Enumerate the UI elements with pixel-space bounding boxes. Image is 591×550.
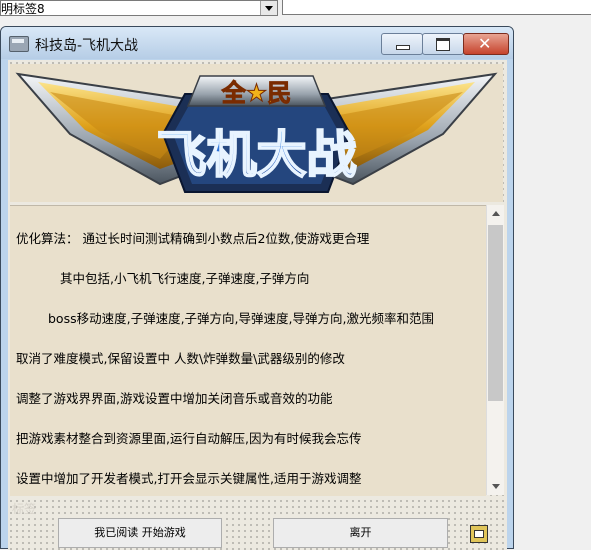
event-selector-field[interactable] xyxy=(282,0,591,15)
object-selector-value: 明标签8 xyxy=(1,2,45,16)
close-icon: ✕ xyxy=(478,34,492,53)
leave-button[interactable]: 离开 xyxy=(273,518,448,548)
vertical-scrollbar[interactable] xyxy=(486,205,504,495)
game-window: 科技岛-飞机大战 ✕ 全★民 飞机大战 优化算法： 通过长时间测试精确到小数点后… xyxy=(0,26,514,550)
banner-main-text: 飞机大战 xyxy=(157,126,357,184)
maximize-button[interactable] xyxy=(422,33,464,55)
ide-toolbar: 明标签8 xyxy=(0,0,591,16)
object-selector-combo[interactable]: 明标签8 xyxy=(0,0,278,16)
changelog-line: 取消了难度模式,保留设置中 人数\炸弹数量\武器级别的修改 xyxy=(16,351,345,366)
changelog-line: 把游戏素材整合到资源里面,运行自动解压,因为有时候我会忘传 xyxy=(16,431,362,446)
changelog-line: 设置中增加了开发者模式,打开会显示关键属性,适用于游戏调整 xyxy=(16,471,362,486)
changelog-textbox[interactable]: 优化算法： 通过长时间测试精确到小数点后2位数,使游戏更合理 其中包括,小飞机飞… xyxy=(10,205,486,496)
banner-top-text: 全★民 xyxy=(221,79,292,107)
scroll-down-arrow-icon[interactable] xyxy=(487,478,504,495)
changelog-line: 其中包括,小飞机飞行速度,子弹速度,子弹方向 xyxy=(60,271,310,286)
maximize-icon xyxy=(436,38,450,51)
changelog-line: 优化算法： 通过长时间测试精确到小数点后2位数,使游戏更合理 xyxy=(16,231,370,246)
chevron-down-icon[interactable] xyxy=(260,1,277,15)
window-title: 科技岛-飞机大战 xyxy=(35,38,139,54)
timer-component-icon xyxy=(470,525,488,543)
minimize-button[interactable] xyxy=(381,33,423,55)
title-bar[interactable]: 科技岛-飞机大战 ✕ xyxy=(1,27,513,59)
close-button[interactable]: ✕ xyxy=(463,33,509,55)
faint-label: 标签 xyxy=(12,502,37,516)
start-game-button[interactable]: 我已阅读 开始游戏 xyxy=(58,518,222,548)
minimize-icon xyxy=(396,45,410,50)
changelog-line: 调整了游戏界界面,游戏设置中增加关闭音乐或音效的功能 xyxy=(16,391,333,406)
changelog-line: boss移动速度,子弹速度,子弹方向,导弹速度,导弹方向,激光频率和范围 xyxy=(48,311,434,326)
scroll-up-arrow-icon[interactable] xyxy=(487,205,504,222)
app-icon xyxy=(9,36,29,52)
form-client-area: 全★民 飞机大战 优化算法： 通过长时间测试精确到小数点后2位数,使游戏更合理 … xyxy=(8,60,507,550)
scrollbar-thumb[interactable] xyxy=(488,225,503,401)
game-logo-banner: 全★民 飞机大战 xyxy=(10,64,503,202)
